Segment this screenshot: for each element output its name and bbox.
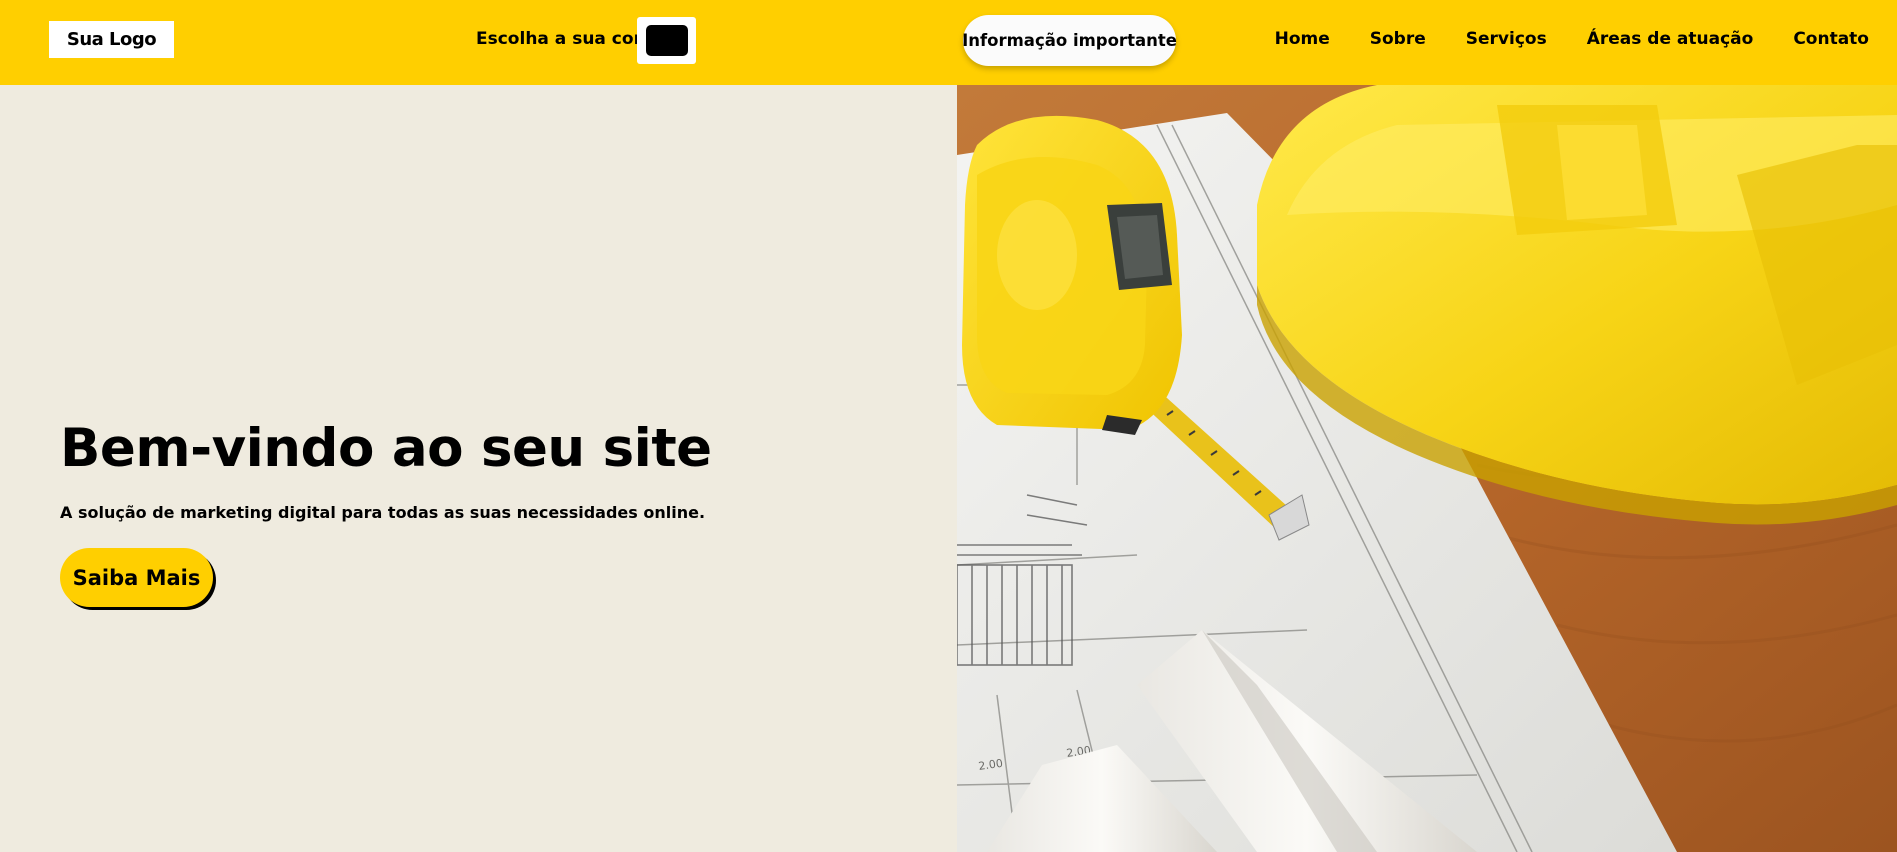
color-picker[interactable]	[637, 17, 696, 64]
site-logo[interactable]: Sua Logo	[49, 21, 174, 58]
construction-tools-illustration: 2.00 2.00	[957, 85, 1897, 852]
nav-item-servicos[interactable]: Serviços	[1466, 29, 1547, 49]
hero-title: Bem-vindo ao seu site	[60, 418, 712, 479]
site-header: Sua Logo Escolha a sua cor Informação im…	[0, 0, 1897, 85]
color-picker-label: Escolha a sua cor	[476, 29, 642, 49]
nav-item-contato[interactable]: Contato	[1793, 29, 1869, 49]
important-info-button[interactable]: Informação importante	[962, 15, 1177, 66]
nav-item-areas-de-atuacao[interactable]: Áreas de atuação	[1587, 29, 1754, 49]
saiba-mais-button[interactable]: Saiba Mais	[60, 548, 213, 607]
hero-image: 2.00 2.00	[957, 85, 1897, 852]
main-nav: Home Sobre Serviços Áreas de atuação Con…	[1275, 29, 1869, 49]
nav-item-home[interactable]: Home	[1275, 29, 1330, 49]
color-swatch[interactable]	[645, 25, 688, 56]
tape-measure-body	[962, 115, 1182, 435]
logo-text: Sua Logo	[66, 29, 157, 50]
hero-subtitle: A solução de marketing digital para toda…	[60, 503, 706, 522]
nav-item-sobre[interactable]: Sobre	[1370, 29, 1426, 49]
page: Sua Logo Escolha a sua cor Informação im…	[0, 0, 1897, 852]
